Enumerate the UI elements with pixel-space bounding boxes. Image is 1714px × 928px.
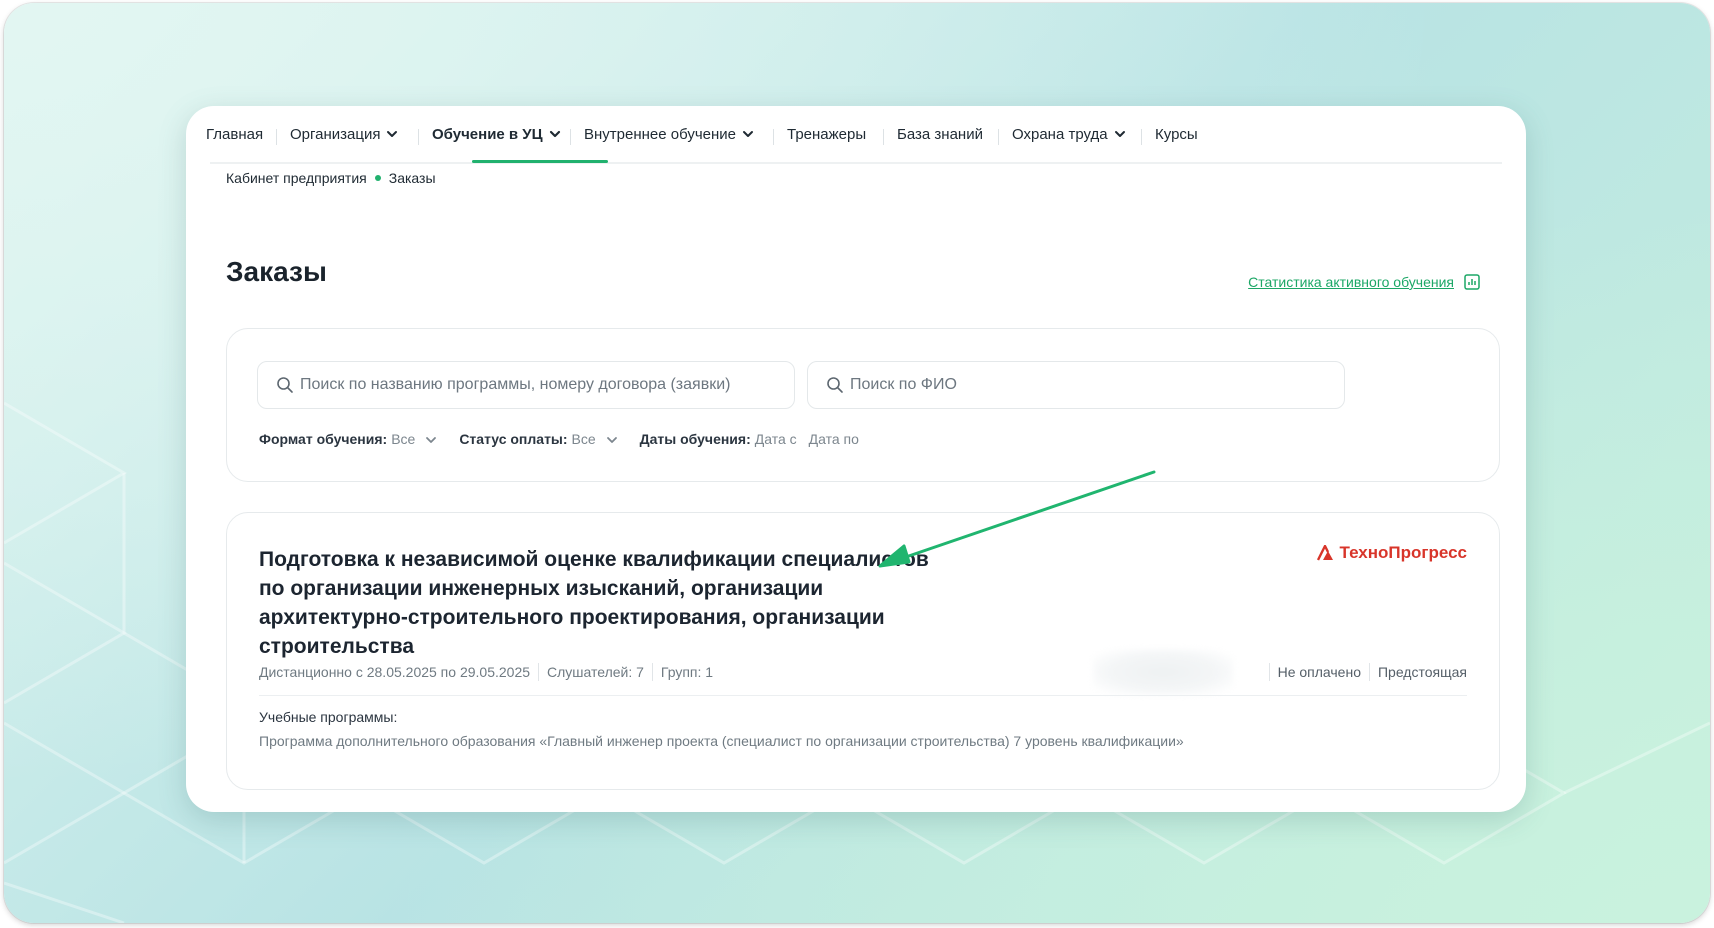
order-title[interactable]: Подготовка к независимой оценке квалифик… (259, 545, 959, 661)
program-search-box[interactable] (257, 361, 795, 409)
chevron-down-icon (743, 131, 754, 137)
nav-label: Обучение в УЦ (432, 126, 543, 143)
chevron-down-icon (549, 130, 560, 138)
chevron-down-icon (1114, 131, 1125, 137)
active-tab-indicator (472, 160, 608, 163)
order-card[interactable]: Подготовка к независимой оценке квалифик… (226, 512, 1500, 790)
order-listeners: Слушателей: 7 (547, 664, 644, 680)
provider-logo-text: ТехноПрогресс (1339, 543, 1467, 562)
nav-item-simulators[interactable]: Тренажеры (787, 126, 866, 162)
bar-chart-icon (1464, 274, 1480, 290)
program-list-item[interactable]: Программа дополнительного образования «Г… (259, 733, 1184, 749)
breadcrumb: Кабинет предприятия Заказы (226, 170, 436, 186)
chevron-down-icon (426, 437, 437, 443)
nav-item-knowledge-base[interactable]: База знаний (897, 126, 983, 162)
fio-search-input[interactable] (848, 375, 1344, 395)
nav-item-labor-safety[interactable]: Охрана труда (1012, 126, 1126, 162)
stats-link-label: Статистика активного обучения (1248, 274, 1454, 290)
nav-divider (773, 129, 774, 145)
meta-divider (538, 663, 540, 681)
format-filter-label: Формат обучения: (259, 431, 388, 447)
nav-label: Внутреннее обучение (584, 126, 737, 143)
nav-label: База знаний (897, 126, 983, 143)
nav-bottom-border (210, 162, 1502, 164)
payment-filter-dropdown[interactable]: Статус оплаты: Все (459, 431, 617, 447)
active-learning-stats-link[interactable]: Статистика активного обучения (1248, 274, 1480, 290)
order-status: Не оплачено Предстоящая (1261, 663, 1467, 681)
nav-item-home[interactable]: Главная (206, 126, 263, 162)
date-to-field[interactable]: Дата по (809, 431, 859, 447)
meta-divider (1268, 663, 1270, 681)
nav-item-internal-training[interactable]: Внутреннее обучение (584, 126, 754, 162)
payment-status-badge: Не оплачено (1277, 664, 1361, 680)
breadcrumb-item-orders: Заказы (388, 170, 436, 186)
payment-filter-value: Все (571, 431, 596, 447)
nav-label: Главная (206, 126, 264, 143)
nav-divider (570, 129, 571, 145)
programs-label: Учебные программы: (259, 709, 398, 725)
nav-label: Курсы (1155, 126, 1198, 143)
filter-panel: Формат обучения: Все Статус оплаты: Все … (226, 328, 1500, 482)
payment-filter-label: Статус оплаты: (459, 431, 568, 447)
chevron-down-icon (606, 437, 617, 443)
format-filter-value: Все (391, 431, 416, 447)
nav-divider (883, 129, 884, 145)
dates-filter-label: Даты обучения: (639, 431, 751, 447)
order-groups: Групп: 1 (660, 664, 714, 680)
nav-label: Организация (290, 126, 381, 143)
meta-divider (651, 663, 653, 681)
breadcrumb-item-cabinet[interactable]: Кабинет предприятия (226, 170, 367, 186)
filter-row: Формат обучения: Все Статус оплаты: Все … (259, 431, 881, 447)
search-icon (277, 377, 293, 393)
nav-item-courses[interactable]: Курсы (1155, 126, 1198, 162)
page-title: Заказы (226, 256, 327, 287)
logo-triangle-icon (1316, 545, 1333, 561)
date-from-field[interactable]: Дата с (755, 431, 797, 447)
meta-divider (1368, 663, 1370, 681)
dates-filter: Даты обучения: Дата с Дата по (640, 431, 859, 447)
provider-logo: ТехноПрогресс (1316, 543, 1467, 563)
format-filter-dropdown[interactable]: Формат обучения: Все (259, 431, 437, 447)
nav-item-training-center[interactable]: Обучение в УЦ (432, 126, 561, 162)
redacted-area (1093, 649, 1233, 695)
order-state-badge: Предстоящая (1377, 664, 1467, 680)
program-search-input[interactable] (298, 375, 794, 395)
breadcrumb-separator (374, 175, 381, 181)
nav-divider (276, 129, 277, 145)
fio-search-box[interactable] (807, 361, 1345, 409)
nav-label: Охрана труда (1012, 126, 1108, 143)
nav-divider (418, 129, 419, 145)
order-meta: Дистанционно с 28.05.2025 по 29.05.2025 … (259, 663, 713, 681)
nav-divider (1141, 129, 1142, 145)
nav-item-organization[interactable]: Организация (290, 126, 398, 162)
main-card: Главная Организация Обучение в УЦ Внутре… (186, 106, 1526, 812)
nav-label: Тренажеры (787, 126, 867, 143)
order-format-dates: Дистанционно с 28.05.2025 по 29.05.2025 (259, 664, 531, 680)
nav-divider (998, 129, 999, 145)
search-icon (827, 377, 843, 393)
chevron-down-icon (387, 131, 398, 137)
top-navigation: Главная Организация Обучение в УЦ Внутре… (186, 106, 1526, 162)
order-divider (259, 695, 1467, 696)
